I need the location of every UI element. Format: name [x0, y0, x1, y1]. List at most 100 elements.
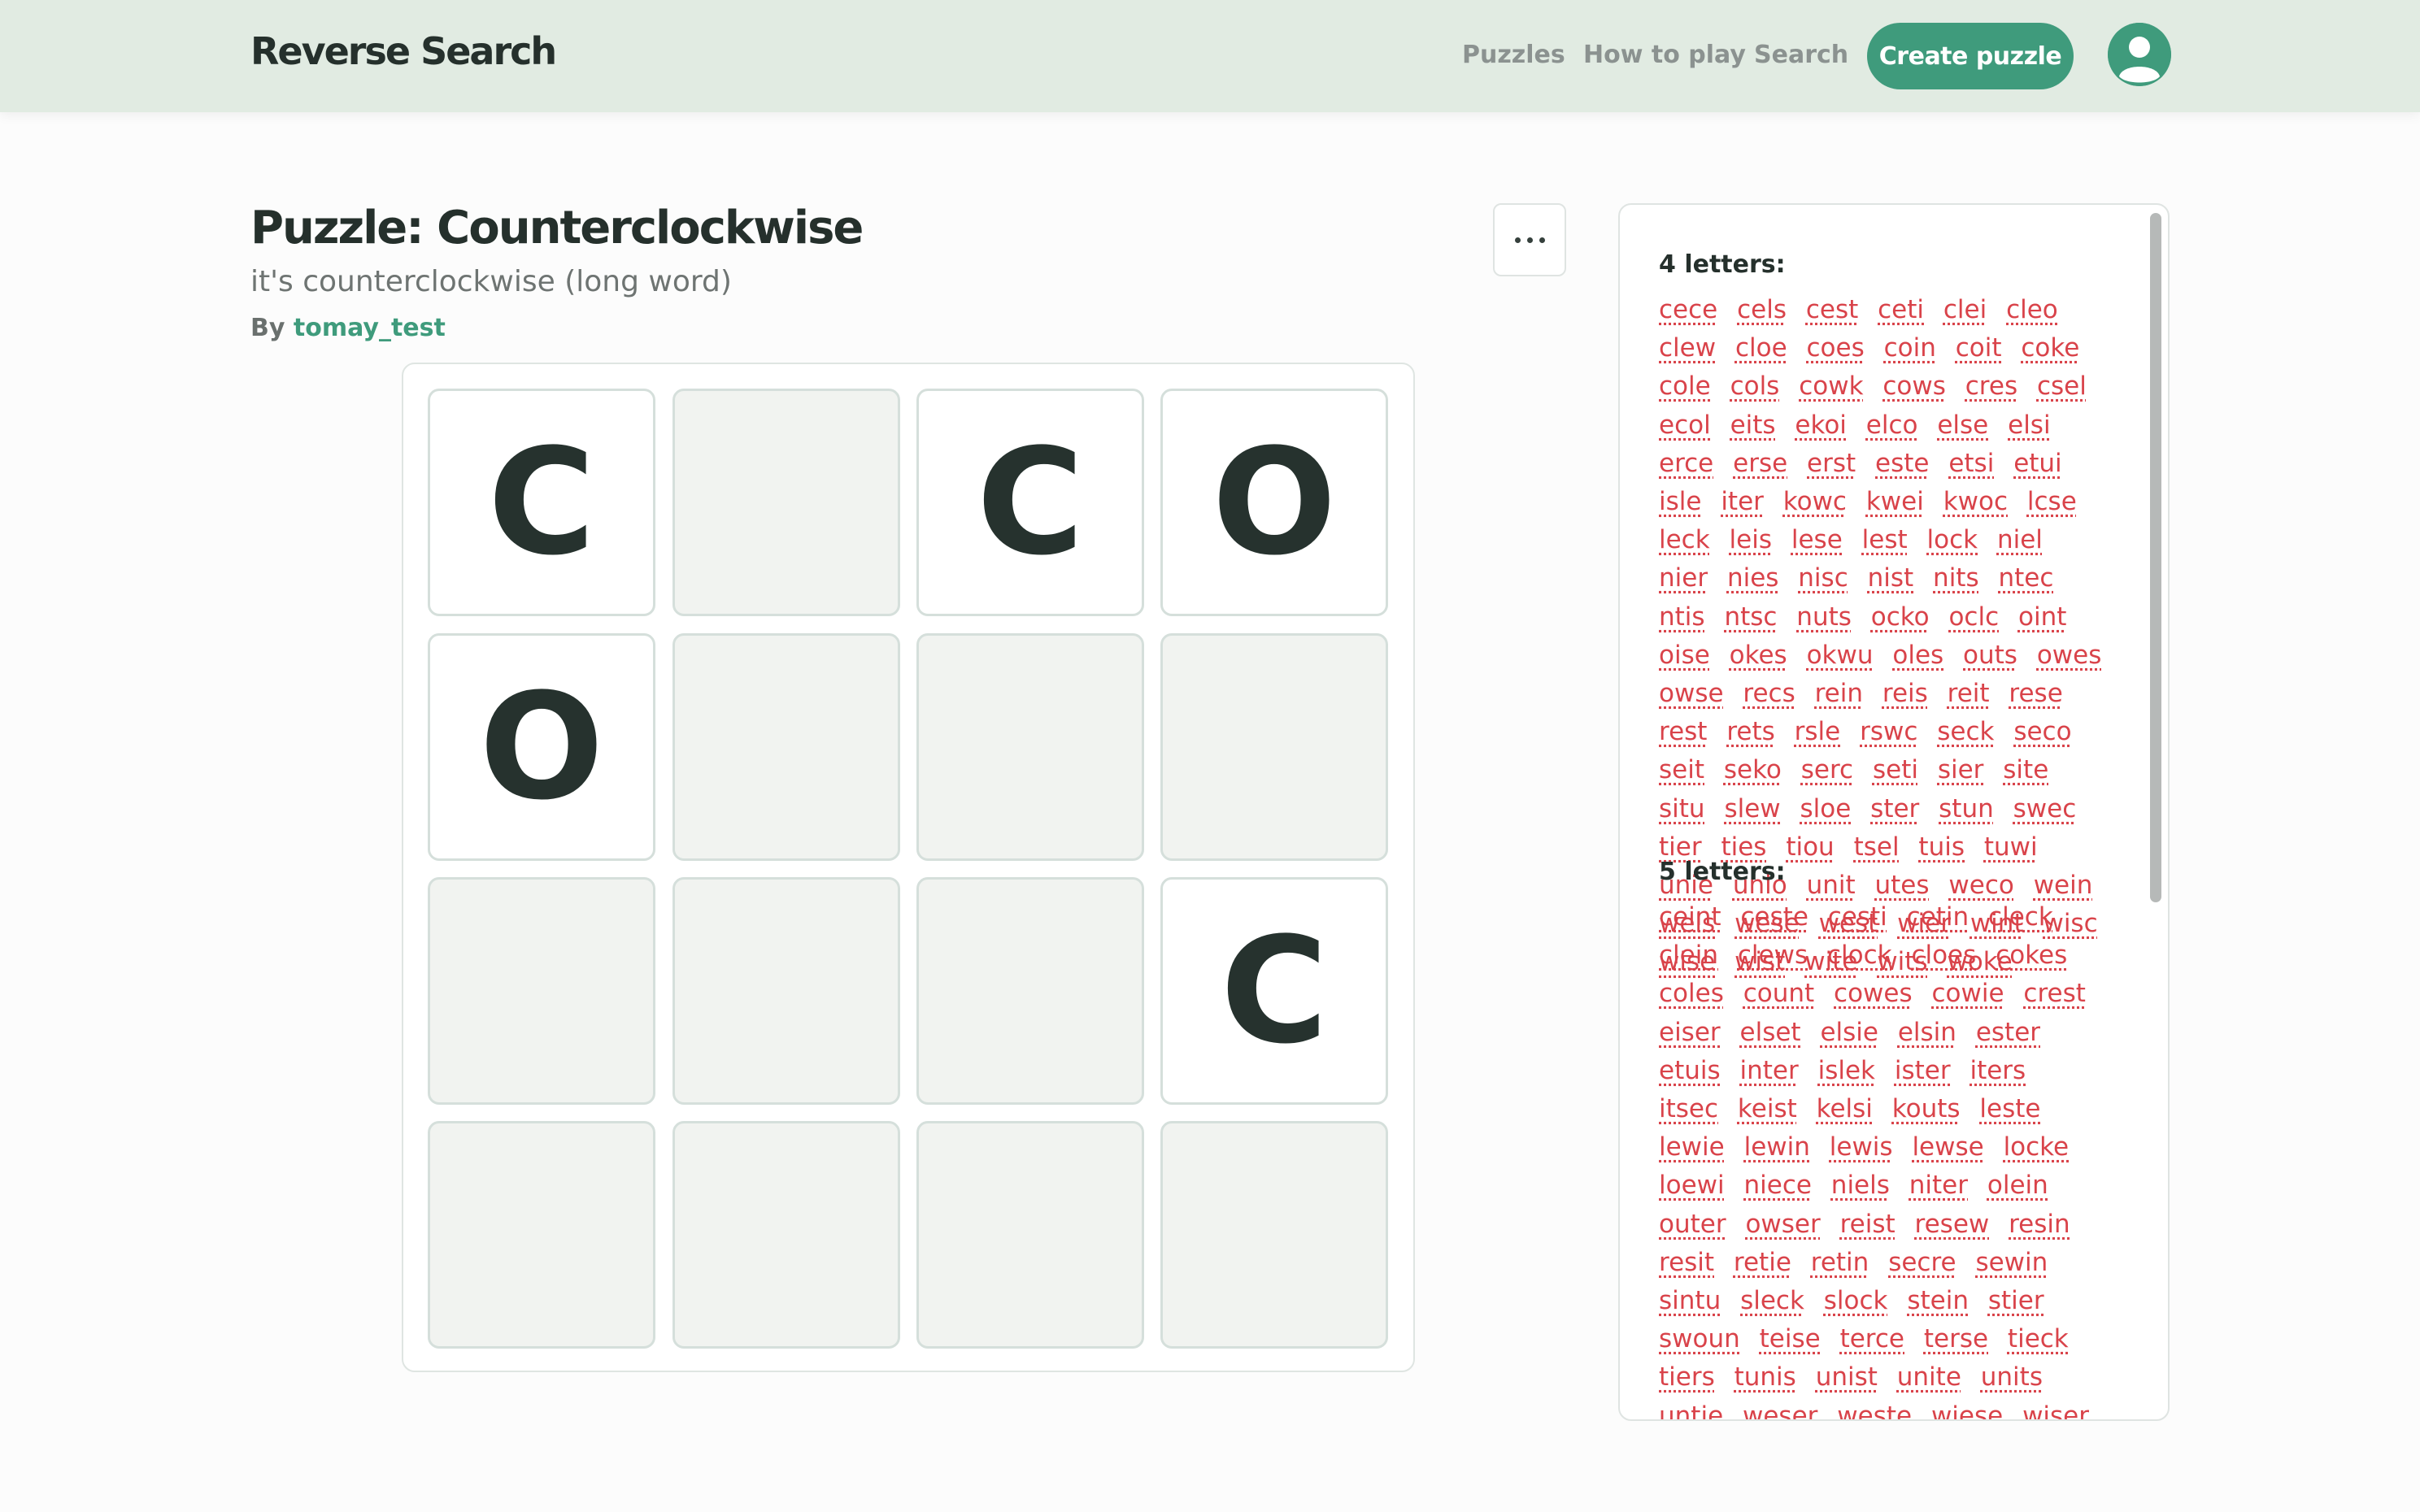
grid-cell[interactable]: [672, 633, 900, 861]
word-link[interactable]: serc: [1801, 755, 1853, 784]
word-link[interactable]: tuwi: [1984, 832, 2038, 862]
word-link[interactable]: sewin: [1975, 1248, 2048, 1277]
word-link[interactable]: kowc: [1783, 487, 1847, 516]
word-link[interactable]: ecol: [1659, 411, 1711, 440]
word-link[interactable]: tuis: [1918, 832, 1965, 862]
grid-cell[interactable]: [916, 1121, 1144, 1349]
word-list-panel[interactable]: 4 letters: cece cels cest ceti clei cleo …: [1618, 203, 2170, 1421]
word-link[interactable]: coles: [1659, 979, 1724, 1008]
word-link[interactable]: clew: [1659, 333, 1716, 363]
word-link[interactable]: cres: [1965, 371, 2017, 401]
word-link[interactable]: resew: [1915, 1210, 1990, 1239]
word-link[interactable]: kwoc: [1943, 487, 2008, 516]
word-link[interactable]: cowk: [1799, 371, 1863, 401]
word-link[interactable]: niel: [1997, 525, 2043, 554]
word-link[interactable]: recs: [1743, 679, 1795, 708]
word-link[interactable]: niece: [1743, 1171, 1811, 1200]
word-link[interactable]: sier: [1938, 755, 1984, 784]
nav-puzzles-link[interactable]: Puzzles: [1462, 41, 1565, 69]
word-link[interactable]: erce: [1659, 449, 1713, 478]
word-link[interactable]: ceti: [1878, 295, 1924, 324]
word-link[interactable]: unit: [1807, 871, 1856, 900]
word-link[interactable]: elco: [1866, 411, 1918, 440]
word-link[interactable]: lewis: [1830, 1132, 1893, 1162]
word-link[interactable]: wein: [2034, 871, 2093, 900]
word-link[interactable]: leis: [1730, 525, 1772, 554]
word-link[interactable]: lese: [1791, 525, 1843, 554]
word-link[interactable]: tunis: [1734, 1362, 1796, 1392]
word-link[interactable]: oles: [1892, 641, 1943, 670]
word-link[interactable]: keist: [1738, 1094, 1797, 1123]
word-link[interactable]: cowes: [1834, 979, 1913, 1008]
word-link[interactable]: cesti: [1828, 902, 1887, 932]
word-link[interactable]: ster: [1870, 794, 1919, 823]
word-link[interactable]: iters: [1970, 1056, 2026, 1085]
word-link[interactable]: unite: [1897, 1362, 1961, 1392]
word-link[interactable]: lcse: [2027, 487, 2077, 516]
word-link[interactable]: resin: [2009, 1210, 2070, 1239]
word-link[interactable]: cole: [1659, 371, 1711, 401]
word-link[interactable]: elset: [1740, 1018, 1801, 1047]
word-link[interactable]: cols: [1730, 371, 1780, 401]
word-link[interactable]: owser: [1745, 1210, 1820, 1239]
word-link[interactable]: weste: [1837, 1401, 1912, 1419]
word-link[interactable]: ister: [1895, 1056, 1951, 1085]
word-link[interactable]: ceste: [1740, 902, 1808, 932]
word-link[interactable]: cels: [1737, 295, 1787, 324]
word-link[interactable]: tsel: [1854, 832, 1900, 862]
nav-search-link[interactable]: Search: [1754, 41, 1848, 69]
grid-cell[interactable]: O: [1160, 389, 1388, 616]
word-link[interactable]: lewin: [1744, 1132, 1810, 1162]
word-link[interactable]: outer: [1659, 1210, 1726, 1239]
word-link[interactable]: elsin: [1898, 1018, 1956, 1047]
word-link[interactable]: sleck: [1740, 1286, 1804, 1315]
word-link[interactable]: cloes: [1911, 941, 1976, 970]
word-link[interactable]: seco: [2013, 717, 2071, 746]
word-link[interactable]: leck: [1659, 525, 1710, 554]
grid-cell[interactable]: [1160, 633, 1388, 861]
word-link[interactable]: reit: [1948, 679, 1990, 708]
word-link[interactable]: cokes: [1996, 941, 2067, 970]
word-link[interactable]: cleo: [2006, 295, 2058, 324]
word-link[interactable]: cetin: [1907, 902, 1970, 932]
word-link[interactable]: clews: [1738, 941, 1808, 970]
word-link[interactable]: count: [1743, 979, 1814, 1008]
word-link[interactable]: seti: [1873, 755, 1918, 784]
word-link[interactable]: clein: [1659, 941, 1718, 970]
word-link[interactable]: eits: [1730, 411, 1776, 440]
grid-cell[interactable]: C: [916, 389, 1144, 616]
word-link[interactable]: ekoi: [1795, 411, 1847, 440]
word-link[interactable]: clei: [1943, 295, 1987, 324]
word-link[interactable]: kelsi: [1817, 1094, 1873, 1123]
word-link[interactable]: units: [1981, 1362, 2043, 1392]
word-link[interactable]: reis: [1882, 679, 1928, 708]
word-link[interactable]: resit: [1659, 1248, 1714, 1277]
word-link[interactable]: swoun: [1659, 1324, 1740, 1353]
word-link[interactable]: terse: [1924, 1324, 1988, 1353]
word-link[interactable]: owes: [2037, 641, 2102, 670]
word-link[interactable]: locke: [2004, 1132, 2070, 1162]
word-link[interactable]: etui: [2013, 449, 2062, 478]
word-link[interactable]: ntis: [1659, 602, 1705, 632]
word-link[interactable]: este: [1875, 449, 1929, 478]
word-link[interactable]: ntec: [1998, 563, 2053, 593]
word-link[interactable]: nisc: [1798, 563, 1848, 593]
word-link[interactable]: utes: [1875, 871, 1930, 900]
word-link[interactable]: site: [2003, 755, 2048, 784]
word-link[interactable]: erse: [1733, 449, 1787, 478]
word-link[interactable]: etuis: [1659, 1056, 1721, 1085]
nav-how-to-play-link[interactable]: How to play: [1583, 41, 1746, 69]
word-link[interactable]: erst: [1807, 449, 1856, 478]
word-link[interactable]: stier: [1988, 1286, 2044, 1315]
word-link[interactable]: sloe: [1800, 794, 1852, 823]
word-link[interactable]: nuts: [1796, 602, 1852, 632]
grid-cell[interactable]: C: [1160, 877, 1388, 1105]
word-link[interactable]: unist: [1816, 1362, 1878, 1392]
word-link[interactable]: sintu: [1659, 1286, 1721, 1315]
word-link[interactable]: niter: [1909, 1171, 1968, 1200]
word-link[interactable]: retie: [1734, 1248, 1791, 1277]
word-link[interactable]: nist: [1868, 563, 1914, 593]
grid-cell[interactable]: [916, 877, 1144, 1105]
word-link[interactable]: ocko: [1871, 602, 1930, 632]
grid-cell[interactable]: [428, 877, 655, 1105]
